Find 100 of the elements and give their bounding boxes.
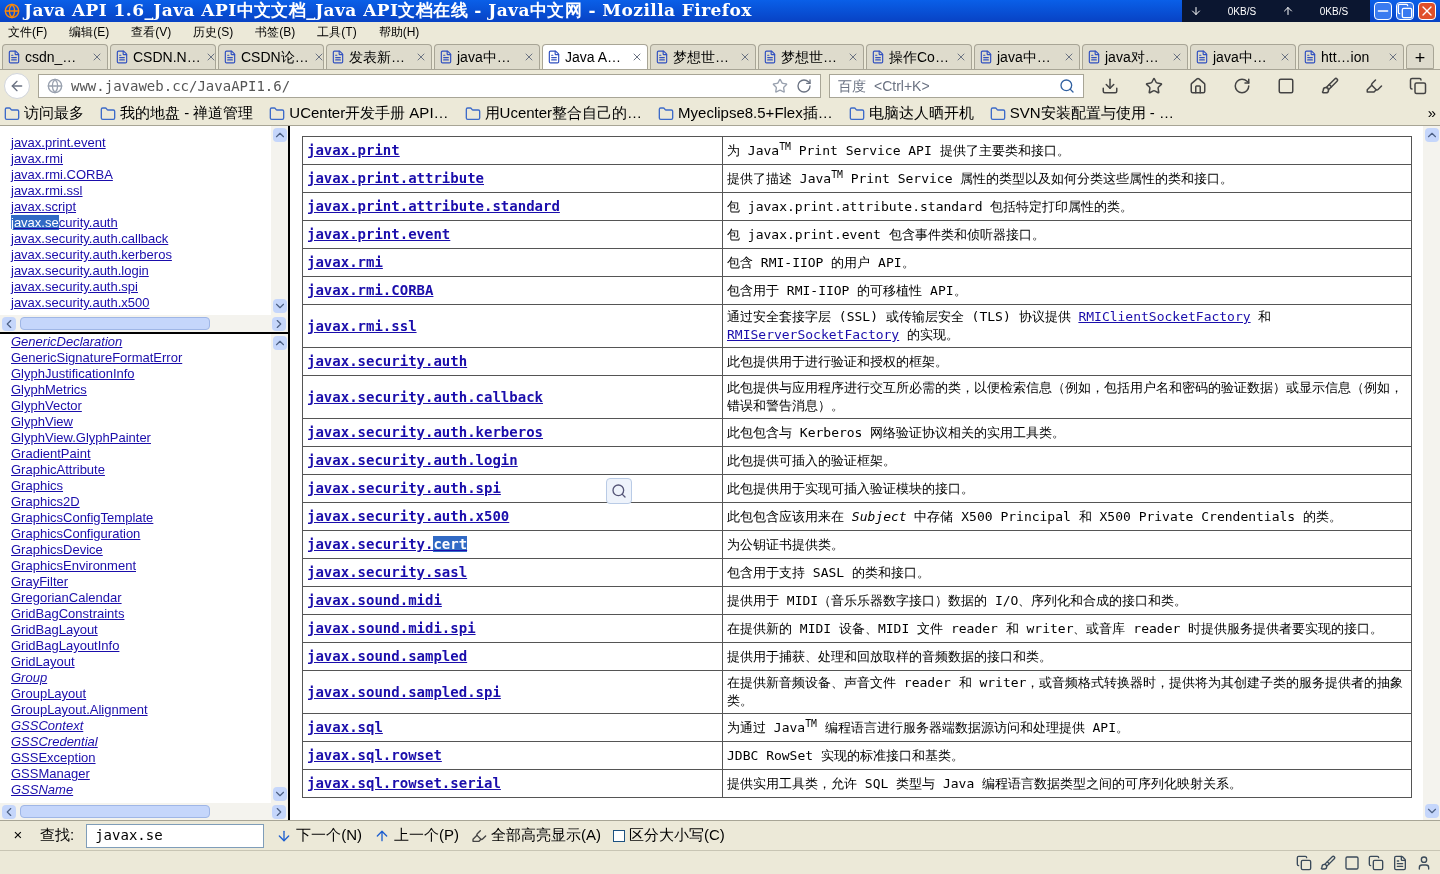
browser-tab[interactable]: htt…ion (1298, 44, 1404, 69)
class-link[interactable]: GregorianCalendar (11, 590, 271, 606)
package-link[interactable]: javax.security.auth.kerberos (11, 247, 271, 263)
class-link[interactable]: RMIClientSocketFactory (1078, 309, 1251, 324)
package-name[interactable]: javax.security.cert (302, 530, 723, 559)
back-icon[interactable] (4, 73, 30, 99)
package-name[interactable]: javax.print.attribute (302, 164, 723, 193)
scroll-right-icon[interactable] (272, 316, 286, 331)
toolbar-icon[interactable] (1277, 77, 1295, 95)
package-link[interactable]: javax.rmi.ssl (11, 183, 271, 199)
vertical-scrollbar[interactable] (271, 334, 288, 803)
close-tab-icon[interactable] (955, 51, 967, 63)
bookmark[interactable]: 访问最多 (4, 102, 84, 125)
close-find-button[interactable]: × (8, 824, 28, 847)
close-tab-icon[interactable] (847, 51, 859, 63)
bookmark[interactable]: 我的地盘 - 禅道管理 (100, 102, 254, 125)
class-link[interactable]: GlyphVector (11, 398, 271, 414)
browser-tab[interactable]: 发表新… (326, 44, 432, 69)
restore-icon[interactable] (1396, 2, 1414, 20)
close-tab-icon[interactable] (91, 51, 103, 63)
toolbar-icon[interactable] (1321, 77, 1339, 95)
package-name[interactable]: javax.rmi (302, 248, 723, 277)
status-bar-icon[interactable] (1344, 854, 1360, 871)
package-name[interactable]: javax.security.auth.callback (302, 375, 723, 419)
bookmark[interactable]: 电脑达人晒开机 (848, 102, 974, 125)
package-link[interactable]: javax.rmi (11, 151, 271, 167)
more-bookmarks[interactable]: » (1427, 102, 1436, 125)
status-bar-icon[interactable] (1416, 854, 1432, 871)
menu-item[interactable]: 书签(B) (255, 23, 296, 41)
status-bar-icon[interactable] (1320, 854, 1336, 871)
scroll-down-icon[interactable] (1424, 804, 1439, 818)
match-case-checkbox[interactable]: 区分大小写(C) (613, 824, 725, 847)
scroll-thumb[interactable] (20, 317, 210, 330)
menu-item[interactable]: 帮助(H) (378, 23, 420, 41)
package-link[interactable]: javax.rmi.CORBA (11, 167, 271, 183)
bookmark[interactable]: 用Ucenter整合自己的… (464, 102, 643, 125)
class-link[interactable]: GenericDeclaration (11, 334, 271, 350)
class-link[interactable]: GlyphJustificationInfo (11, 366, 271, 382)
menu-item[interactable]: 工具(T) (317, 23, 357, 41)
class-link[interactable]: GlyphView.GlyphPainter (11, 430, 271, 446)
class-link[interactable]: GroupLayout.Alignment (11, 702, 271, 718)
class-link[interactable]: GraphicsConfigTemplate (11, 510, 271, 526)
class-link[interactable]: Group (11, 670, 271, 686)
vertical-scrollbar[interactable] (271, 126, 288, 315)
browser-tab[interactable]: java中… (1190, 44, 1296, 69)
class-link[interactable]: GradientPaint (11, 446, 271, 462)
find-next-button[interactable]: 下一个(N) (276, 824, 362, 847)
close-tab-icon[interactable] (739, 51, 751, 63)
browser-tab[interactable]: CSDN.N… (110, 44, 216, 69)
package-name[interactable]: javax.print (302, 136, 723, 165)
browser-tab[interactable]: CSDN论… (218, 44, 324, 69)
magnifier-icon[interactable] (606, 478, 632, 504)
package-name[interactable]: javax.security.sasl (302, 558, 723, 587)
package-link[interactable]: javax.security.auth (11, 215, 271, 231)
toolbar-icon[interactable] (1365, 77, 1383, 95)
package-link[interactable]: javax.script (11, 199, 271, 215)
close-tab-icon[interactable] (1063, 51, 1075, 63)
package-name[interactable]: javax.sound.midi.spi (302, 614, 723, 643)
menu-item[interactable]: 文件(F) (8, 23, 48, 41)
close-icon[interactable] (1418, 2, 1436, 20)
package-name[interactable]: javax.sound.midi (302, 586, 723, 615)
browser-tab[interactable]: java中… (974, 44, 1080, 69)
horizontal-scrollbar[interactable] (0, 803, 288, 820)
browser-tab[interactable]: csdn_… (2, 44, 108, 69)
menu-item[interactable]: 查看(V) (131, 23, 172, 41)
class-link[interactable]: GSSCredential (11, 734, 271, 750)
browser-tab[interactable]: java中… (434, 44, 540, 69)
close-tab-icon[interactable] (523, 51, 535, 63)
class-link[interactable]: GlyphView (11, 414, 271, 430)
package-name[interactable]: javax.security.auth.login (302, 446, 723, 475)
class-link[interactable]: GridBagConstraints (11, 606, 271, 622)
package-name[interactable]: javax.sql.rowset.serial (302, 769, 723, 798)
close-tab-icon[interactable] (631, 51, 643, 63)
package-link[interactable]: javax.security.auth.login (11, 263, 271, 279)
package-name[interactable]: javax.rmi.ssl (302, 304, 723, 348)
reload-icon[interactable] (796, 78, 812, 94)
scroll-up-icon[interactable] (272, 128, 287, 142)
package-name[interactable]: javax.print.event (302, 220, 723, 249)
class-link[interactable]: GroupLayout (11, 686, 271, 702)
class-link[interactable]: GSSContext (11, 718, 271, 734)
bookmark[interactable]: Myeclipse8.5+Flex插… (658, 102, 833, 125)
scroll-thumb[interactable] (20, 805, 210, 818)
find-previous-button[interactable]: 上一个(P) (374, 824, 459, 847)
star-icon[interactable] (772, 78, 788, 94)
class-link[interactable]: GenericSignatureFormatError (11, 350, 271, 366)
scroll-up-icon[interactable] (272, 336, 287, 350)
address-field[interactable]: www.javaweb.cc/JavaAPI1.6/ (38, 74, 821, 98)
close-tab-icon[interactable] (1387, 51, 1399, 63)
browser-tab[interactable]: java对… (1082, 44, 1188, 69)
bookmark[interactable]: SVN安装配置与使用 - … (989, 102, 1174, 125)
class-link[interactable]: GraphicsEnvironment (11, 558, 271, 574)
toolbar-icon[interactable] (1233, 77, 1251, 95)
class-link[interactable]: GlyphMetrics (11, 382, 271, 398)
class-link[interactable]: GraphicsDevice (11, 542, 271, 558)
browser-tab[interactable]: 梦想世… (650, 44, 756, 69)
toolbar-icon[interactable] (1189, 77, 1207, 95)
vertical-scrollbar[interactable] (1423, 126, 1440, 820)
status-bar-icon[interactable] (1296, 854, 1312, 871)
close-tab-icon[interactable] (1279, 51, 1291, 63)
toolbar-icon[interactable] (1409, 77, 1427, 95)
